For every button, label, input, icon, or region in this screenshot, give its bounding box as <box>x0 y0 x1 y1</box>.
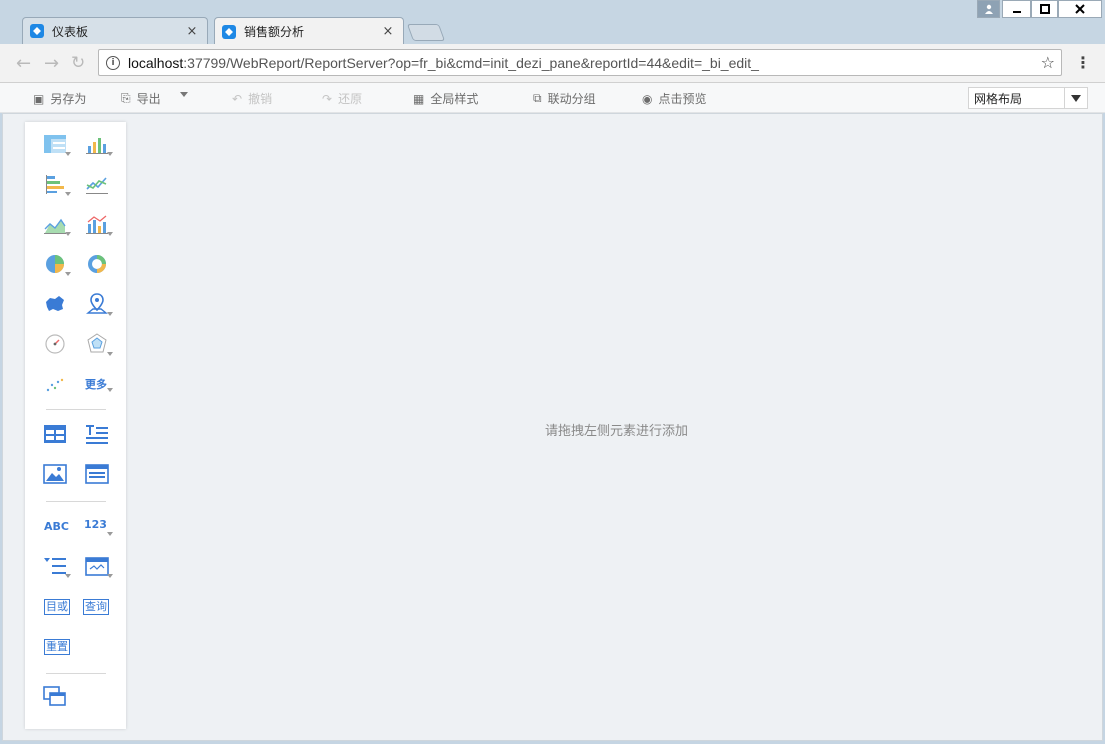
layout-select[interactable]: 网格布局 <box>968 87 1088 109</box>
url-path: :37799/WebReport/ReportServer?op=fr_bi&c… <box>183 54 759 71</box>
user-icon[interactable] <box>977 0 1000 18</box>
new-tab-button[interactable] <box>406 24 446 41</box>
layout-select-value: 网格布局 <box>974 91 1023 106</box>
web-widget-icon[interactable] <box>85 462 113 486</box>
tab-sales-analysis[interactable]: 销售额分析 × <box>214 17 404 45</box>
reload-icon[interactable]: ↻ <box>71 53 85 73</box>
preview-label: 点击预览 <box>658 92 707 106</box>
close-icon[interactable] <box>1058 0 1102 18</box>
redo-label: 还原 <box>338 92 363 106</box>
redo-button[interactable]: ↷ 还原 <box>322 90 362 107</box>
table-widget-icon[interactable] <box>43 132 71 156</box>
minimize-icon[interactable] <box>1002 0 1031 18</box>
pie-chart-icon[interactable] <box>43 252 71 276</box>
tree-list-button[interactable]: 目或 <box>44 599 70 615</box>
undo-button[interactable]: ↶ 撤销 <box>232 90 272 107</box>
palette-divider <box>46 501 106 502</box>
canvas-hint: 请拖拽左侧元素进行添加 <box>545 424 689 439</box>
linkage-icon: ⧉ <box>533 91 542 105</box>
save-as-label: 另存为 <box>50 92 87 106</box>
text-control-button[interactable]: ABC <box>44 520 69 533</box>
bar-chart-icon[interactable] <box>43 172 71 196</box>
component-palette: 更多 ABC 123 目或 查询 重置 <box>25 122 126 729</box>
url-host: localhost <box>128 54 184 71</box>
chevron-down-icon[interactable] <box>1064 88 1087 108</box>
area-chart-icon[interactable] <box>43 212 71 236</box>
tab-dashboard[interactable]: 仪表板 × <box>22 17 208 44</box>
back-icon[interactable]: ← <box>16 53 31 74</box>
date-control-icon[interactable] <box>85 554 113 578</box>
linkage-group-button[interactable]: ⧉ 联动分组 <box>533 90 596 107</box>
query-button[interactable]: 查询 <box>83 599 109 615</box>
info-icon[interactable]: i <box>106 55 120 70</box>
export-label: 导出 <box>136 92 161 106</box>
browser-menu-icon[interactable]: ⋮ <box>1075 53 1091 72</box>
browser-titlebar: 仪表板 × 销售额分析 × <box>0 0 1105 45</box>
maximize-icon[interactable] <box>1031 0 1058 18</box>
global-style-label: 全局样式 <box>430 92 479 106</box>
combo-chart-icon[interactable] <box>85 212 113 236</box>
tab-close-icon[interactable]: × <box>183 24 201 39</box>
gis-map-icon[interactable] <box>85 292 113 316</box>
forward-icon[interactable]: → <box>44 53 59 74</box>
grid-style-icon: ▦ <box>413 91 425 106</box>
undo-label: 撤销 <box>248 92 273 106</box>
export-button[interactable]: ⎘ 导出 <box>121 90 161 107</box>
tab-container-icon[interactable] <box>43 684 71 708</box>
url-text: localhost:37799/WebReport/ReportServer?o… <box>128 55 759 71</box>
number-control-button[interactable]: 123 <box>84 518 107 531</box>
donut-chart-icon[interactable] <box>85 252 113 276</box>
export-icon: ⎘ <box>121 91 131 105</box>
save-icon: ▣ <box>33 91 45 106</box>
reset-button[interactable]: 重置 <box>44 639 70 655</box>
app-favicon-icon <box>30 24 44 38</box>
tab-label: 仪表板 <box>52 24 89 39</box>
linkage-group-label: 联动分组 <box>547 92 596 106</box>
preview-button[interactable]: ◉ 点击预览 <box>642 90 707 107</box>
eye-icon: ◉ <box>642 91 653 106</box>
save-as-button[interactable]: ▣ 另存为 <box>33 90 86 107</box>
column-chart-icon[interactable] <box>85 132 113 156</box>
china-map-icon[interactable] <box>43 292 71 316</box>
bookmark-star-icon[interactable]: ☆ <box>1041 53 1055 72</box>
report-toolbar: ▣ 另存为 ⎘ 导出 ↶ 撤销 ↷ 还原 ▦ 全局样式 ⧉ 联动分组 ◉ 点击预… <box>0 83 1105 113</box>
global-style-button[interactable]: ▦ 全局样式 <box>413 90 478 107</box>
app-favicon-icon <box>222 24 236 39</box>
browser-navbar: ← → ↻ i localhost:37799/WebReport/Report… <box>0 44 1105 83</box>
tab-label: 销售额分析 <box>244 25 305 39</box>
image-widget-icon[interactable] <box>43 462 71 486</box>
radar-chart-icon[interactable] <box>85 332 113 356</box>
gauge-icon[interactable] <box>43 332 71 356</box>
line-chart-icon[interactable] <box>85 172 113 196</box>
export-dropdown-icon[interactable] <box>180 92 188 97</box>
tree-control-icon[interactable] <box>43 554 71 578</box>
palette-divider <box>46 673 106 674</box>
palette-divider <box>46 409 106 410</box>
undo-icon: ↶ <box>232 91 243 106</box>
address-bar[interactable]: i localhost:37799/WebReport/ReportServer… <box>98 49 1062 76</box>
text-widget-icon[interactable] <box>85 422 113 446</box>
more-charts-button[interactable]: 更多 <box>85 376 107 392</box>
detail-table-icon[interactable] <box>43 422 71 446</box>
redo-icon: ↷ <box>322 91 333 106</box>
scatter-chart-icon[interactable] <box>43 372 71 396</box>
tab-close-icon[interactable]: × <box>379 24 397 39</box>
